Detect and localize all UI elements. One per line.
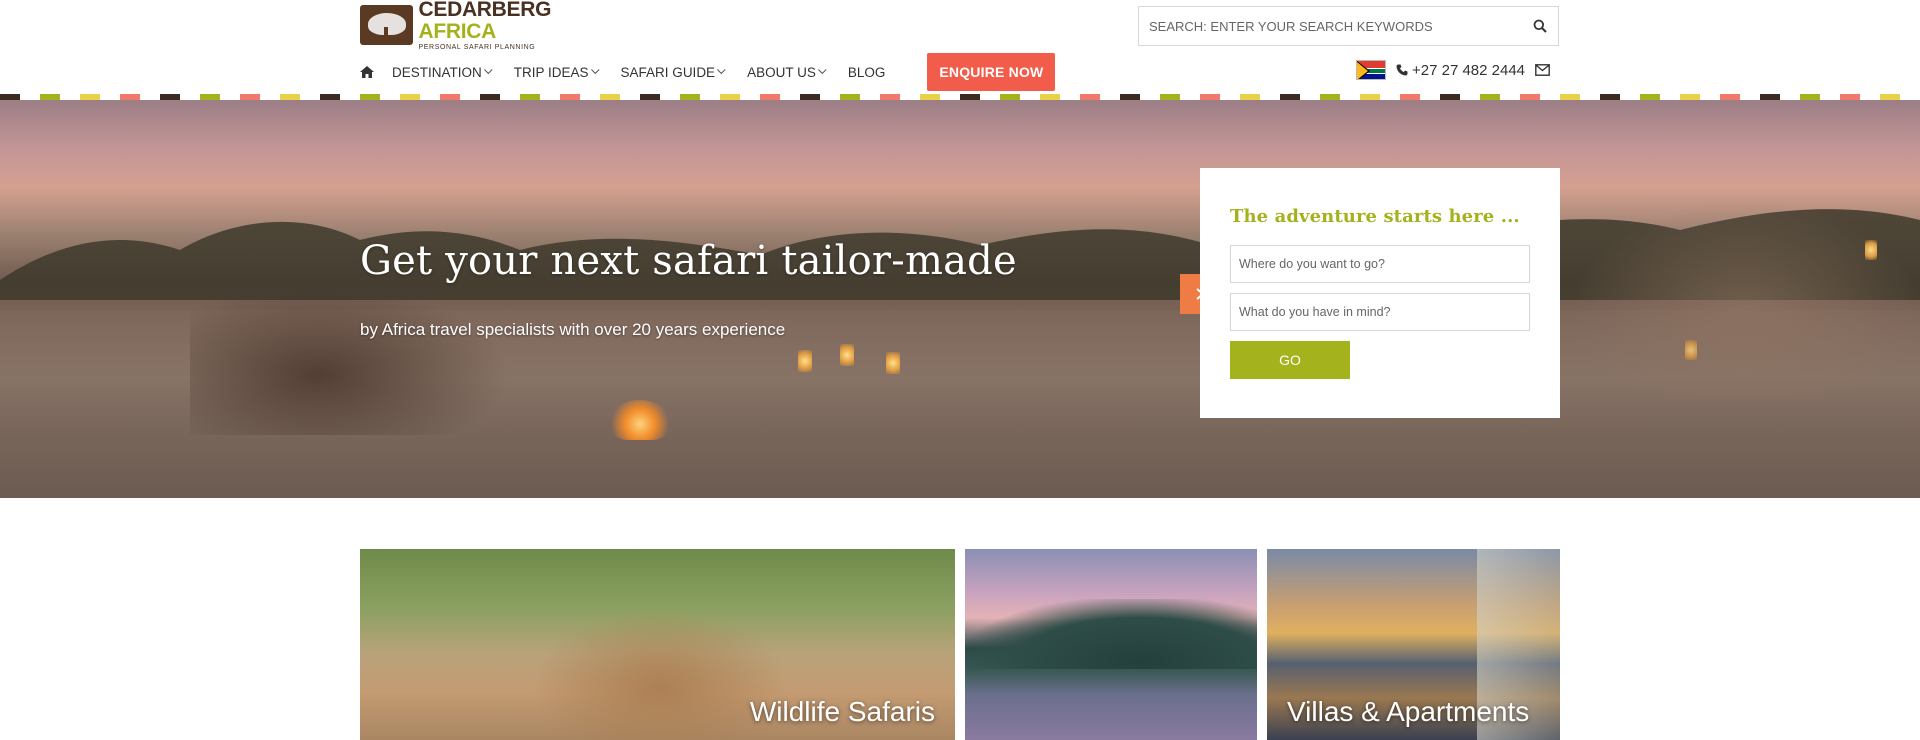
nav-item-safari-guide[interactable]: SAFARI GUIDE [621, 65, 726, 80]
chevron-down-icon [483, 65, 493, 75]
go-button[interactable]: GO [1230, 341, 1350, 379]
chevron-down-icon [717, 65, 726, 75]
nav-item-label: SAFARI GUIDE [620, 64, 716, 80]
phone-number[interactable]: +27 27 482 2444 [1412, 62, 1525, 79]
category-cards: Wildlife Safaris Villas & Apartments [360, 549, 1560, 740]
logo-name: CEDARBERG AFRICA [419, 0, 621, 43]
card-lake-scene[interactable] [965, 549, 1257, 740]
lantern [886, 352, 900, 374]
trip-idea-field[interactable] [1230, 293, 1530, 331]
nav-item-about-us[interactable]: ABOUT US [747, 64, 827, 80]
enquire-now-button[interactable]: ENQUIRE NOW [927, 53, 1056, 91]
nav-item-blog[interactable]: BLOG [848, 65, 886, 80]
lantern [840, 344, 854, 366]
nav-item-trip-ideas[interactable]: TRIP IDEAS [513, 64, 600, 80]
panel-heading: The adventure starts here ... [1230, 206, 1520, 227]
chevron-down-icon [817, 65, 827, 75]
destination-field[interactable] [1230, 245, 1530, 283]
logo-text: CEDARBERG AFRICA PERSONAL SAFARI PLANNIN… [419, 0, 621, 51]
contact-bar: +27 27 482 2444 [1356, 58, 1550, 82]
trip-search-panel: The adventure starts here ... GO [1200, 168, 1560, 418]
main-nav: DESTINATION TRIP IDEAS SAFARI GUIDE ABOU… [360, 52, 1056, 92]
card-label: Wildlife Safaris [749, 696, 935, 727]
campfire [610, 400, 670, 440]
site-header: CEDARBERG AFRICA PERSONAL SAFARI PLANNIN… [0, 0, 1920, 94]
search-icon[interactable] [1522, 7, 1558, 45]
card-villas-apartments[interactable]: Villas & Apartments [1267, 549, 1560, 740]
nav-item-destination[interactable]: DESTINATION [392, 64, 493, 80]
logo-tagline: PERSONAL SAFARI PLANNING [418, 44, 536, 51]
south-africa-flag-icon[interactable] [1356, 60, 1386, 80]
search-input[interactable] [1139, 7, 1522, 45]
mountain-image [965, 599, 1257, 669]
people-on-chairs [190, 285, 510, 435]
envelope-icon[interactable] [1535, 64, 1550, 76]
nav-item-label: BLOG [847, 64, 886, 80]
search-box [1138, 6, 1559, 46]
logo-name-accent: AFRICA [418, 20, 497, 43]
lantern [798, 350, 812, 372]
nav-item-label: DESTINATION [392, 64, 482, 80]
chevron-down-icon [590, 65, 600, 75]
logo-name-main: CEDARBERG [418, 0, 552, 21]
hero-subtitle: by Africa travel specialists with over 2… [360, 320, 786, 339]
hero-title: Get your next safari tailor-made [360, 238, 1017, 284]
hero-banner: Get your next safari tailor-made by Afri… [0, 100, 1920, 498]
driftwood [1570, 200, 1920, 400]
logo-tree-icon [360, 5, 413, 45]
card-label: Villas & Apartments [1287, 696, 1530, 727]
nav-item-label: ABOUT US [747, 64, 816, 80]
logo[interactable]: CEDARBERG AFRICA PERSONAL SAFARI PLANNIN… [360, 0, 620, 51]
home-icon[interactable] [360, 64, 376, 80]
phone-icon [1396, 64, 1408, 76]
nav-item-label: TRIP IDEAS [513, 64, 589, 80]
card-wildlife-safaris[interactable]: Wildlife Safaris [360, 549, 955, 740]
